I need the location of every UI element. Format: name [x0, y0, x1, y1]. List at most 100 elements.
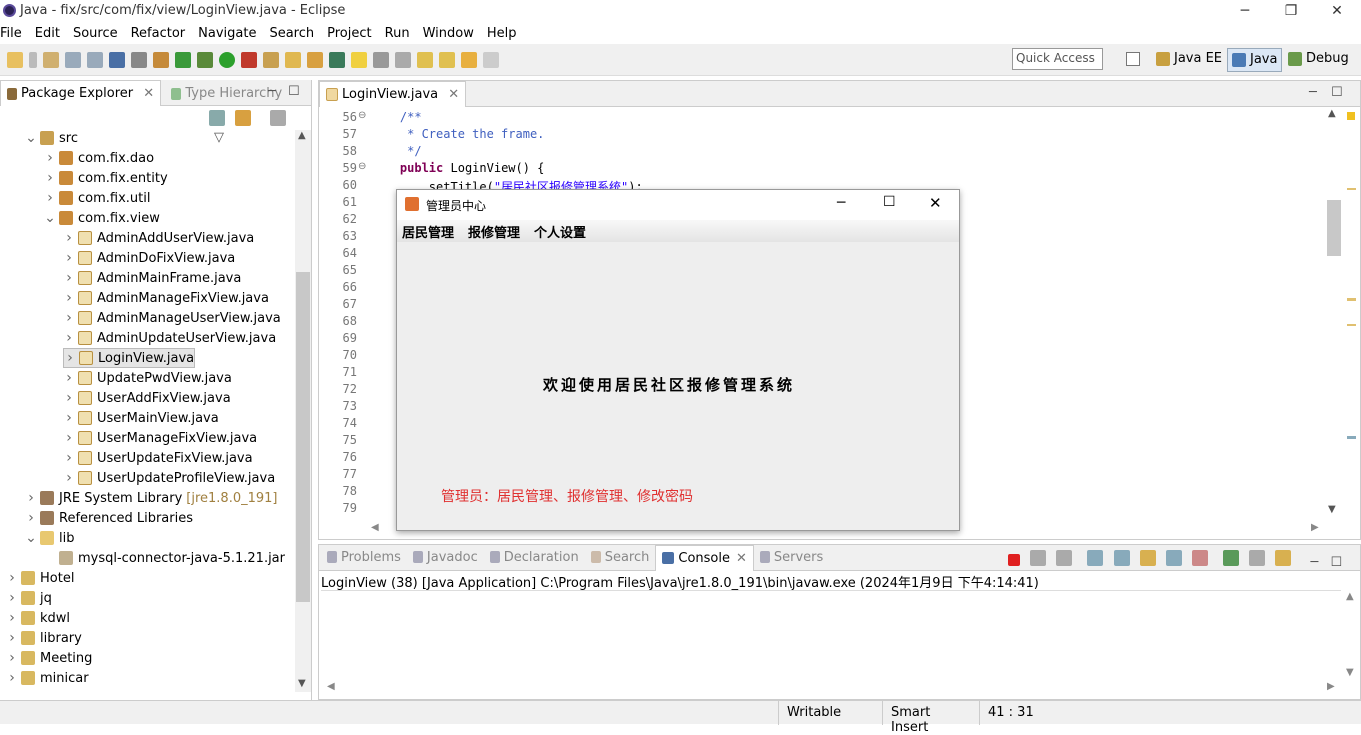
tree-item[interactable]: › AdminDoFixView.java — [63, 248, 235, 268]
collapsed-chevron-icon[interactable]: › — [63, 430, 75, 446]
display-console-icon[interactable] — [1249, 550, 1266, 566]
menu-resident-management[interactable]: 居民管理 — [402, 222, 454, 241]
maximize-button[interactable]: ❐ — [1268, 0, 1314, 22]
perspective-java[interactable]: Java — [1227, 48, 1283, 72]
menu-navigate[interactable]: Navigate — [198, 26, 256, 41]
collapsed-chevron-icon[interactable]: › — [63, 310, 75, 326]
tree-item[interactable]: › UpdatePwdView.java — [63, 368, 232, 388]
tree-item[interactable]: › UserUpdateProfileView.java — [63, 468, 275, 488]
skip-breakpoints-icon[interactable] — [131, 51, 147, 68]
scroll-left-icon[interactable]: ◀ — [327, 681, 335, 692]
close-tab-icon[interactable]: ✕ — [143, 86, 154, 101]
console-hscrollbar[interactable]: ◀ ▶ — [321, 681, 1341, 697]
tree-item[interactable]: › kdwl — [6, 608, 70, 628]
tree-item[interactable]: › UserUpdateFixView.java — [63, 448, 252, 468]
prev-annotation-icon[interactable] — [439, 51, 455, 68]
tree-item[interactable]: ⌄ src — [25, 128, 78, 148]
menu-refactor[interactable]: Refactor — [131, 26, 186, 41]
link-editor-icon[interactable] — [235, 110, 252, 126]
tab-loginview[interactable]: LoginView.java ✕ — [319, 81, 467, 107]
collapsed-chevron-icon[interactable]: › — [6, 650, 18, 666]
scroll-up-icon[interactable]: ▲ — [1346, 591, 1354, 602]
collapsed-chevron-icon[interactable]: › — [63, 470, 75, 486]
show-stderr-icon[interactable] — [1191, 550, 1208, 566]
remove-launch-icon[interactable] — [1030, 550, 1047, 566]
build-icon[interactable] — [153, 51, 169, 68]
collapsed-chevron-icon[interactable]: › — [25, 490, 37, 506]
menu-source[interactable]: Source — [73, 26, 118, 41]
tree-item[interactable]: › UserMainView.java — [63, 408, 219, 428]
close-button[interactable]: ✕ — [1314, 0, 1360, 22]
menu-file[interactable]: File — [0, 26, 22, 41]
scroll-right-icon[interactable]: ▶ — [1327, 681, 1335, 692]
expanded-chevron-icon[interactable]: ⌄ — [25, 130, 37, 146]
scroll-right-icon[interactable]: ▶ — [1311, 522, 1319, 533]
tree-item[interactable]: › jq — [6, 588, 52, 608]
tree-item[interactable]: ⌄ lib — [25, 528, 74, 548]
new-dropdown-icon[interactable] — [29, 51, 37, 68]
menu-personal-settings[interactable]: 个人设置 — [534, 222, 586, 241]
dialog-close-button[interactable]: ✕ — [929, 194, 942, 212]
tree-item[interactable]: › Hotel — [6, 568, 74, 588]
collapsed-chevron-icon[interactable]: › — [63, 290, 75, 306]
menu-project[interactable]: Project — [327, 26, 371, 41]
warning-marker[interactable] — [1347, 112, 1355, 120]
tab-servers[interactable]: Servers — [754, 545, 829, 571]
collapsed-chevron-icon[interactable]: › — [63, 370, 75, 386]
scroll-down-icon[interactable]: ▼ — [1346, 667, 1354, 678]
collapsed-chevron-icon[interactable]: › — [63, 450, 75, 466]
show-whitespace-icon[interactable] — [395, 51, 411, 68]
scroll-thumb[interactable] — [296, 272, 310, 602]
open-folder-icon[interactable] — [285, 51, 301, 68]
scroll-down-icon[interactable]: ▼ — [1328, 504, 1336, 515]
tree-item[interactable]: › AdminManageFixView.java — [63, 288, 269, 308]
tab-declaration[interactable]: Declaration — [484, 545, 585, 571]
maximize-panel-icon[interactable]: ☐ — [288, 84, 300, 99]
fold-toggle-icon[interactable]: ⊖ — [358, 110, 366, 121]
collapsed-chevron-icon[interactable]: › — [63, 410, 75, 426]
tab-console[interactable]: Console ✕ — [655, 544, 754, 571]
menu-edit[interactable]: Edit — [35, 26, 60, 41]
tree-item[interactable]: › AdminUpdateUserView.java — [63, 328, 276, 348]
new-icon[interactable] — [7, 51, 23, 68]
clear-console-icon[interactable] — [1087, 550, 1104, 566]
run-external-icon[interactable] — [241, 51, 257, 68]
scroll-thumb[interactable] — [1327, 200, 1341, 256]
highlight-icon[interactable] — [351, 51, 367, 68]
tree-item[interactable]: › minicar — [6, 668, 88, 688]
open-type-icon[interactable] — [43, 51, 59, 68]
show-stdout-icon[interactable] — [1165, 550, 1182, 566]
tree-item[interactable]: › UserAddFixView.java — [63, 388, 230, 408]
tree-item[interactable]: ⌄ com.fix.view — [44, 208, 160, 228]
tree-item[interactable]: › Meeting — [6, 648, 92, 668]
minimize-panel-icon[interactable]: ─ — [268, 84, 276, 99]
menu-search[interactable]: Search — [269, 26, 314, 41]
console-vscrollbar[interactable]: ▲ ▼ — [1342, 591, 1360, 681]
tree-item[interactable]: › AdminManageUserView.java — [63, 308, 281, 328]
scroll-up-icon[interactable]: ▲ — [298, 130, 306, 141]
perspective-debug[interactable]: Debug — [1284, 48, 1353, 72]
menu-window[interactable]: Window — [423, 26, 474, 41]
collapsed-chevron-icon[interactable]: › — [44, 170, 56, 186]
tree-item[interactable]: › com.fix.util — [44, 188, 150, 208]
collapsed-chevron-icon[interactable]: › — [6, 570, 18, 586]
annotation-marker[interactable] — [1347, 298, 1356, 301]
fold-toggle-icon[interactable]: ⊖ — [358, 161, 366, 172]
tree-item[interactable]: › AdminAddUserView.java — [63, 228, 254, 248]
save-all-icon[interactable] — [87, 51, 103, 68]
tree-item[interactable]: › com.fix.entity — [44, 168, 167, 188]
console-icon[interactable] — [109, 51, 125, 68]
view-menu-icon[interactable]: ▽ — [214, 130, 224, 145]
perspective-java-ee[interactable]: Java EE — [1152, 48, 1226, 72]
close-editor-icon[interactable]: ✕ — [448, 87, 459, 102]
scroll-up-icon[interactable]: ▲ — [1328, 108, 1336, 119]
dialog-minimize-button[interactable]: ─ — [837, 195, 845, 211]
minimize-button[interactable]: ─ — [1222, 0, 1268, 22]
tree-item[interactable]: › JRE System Library [jre1.8.0_191] — [25, 488, 277, 508]
debug-icon[interactable] — [197, 51, 213, 68]
menu-repair-management[interactable]: 报修管理 — [468, 222, 520, 241]
new-package-icon[interactable] — [263, 51, 279, 68]
collapsed-chevron-icon[interactable]: › — [44, 150, 56, 166]
save-icon[interactable] — [65, 51, 81, 68]
collapsed-chevron-icon[interactable]: › — [63, 230, 75, 246]
